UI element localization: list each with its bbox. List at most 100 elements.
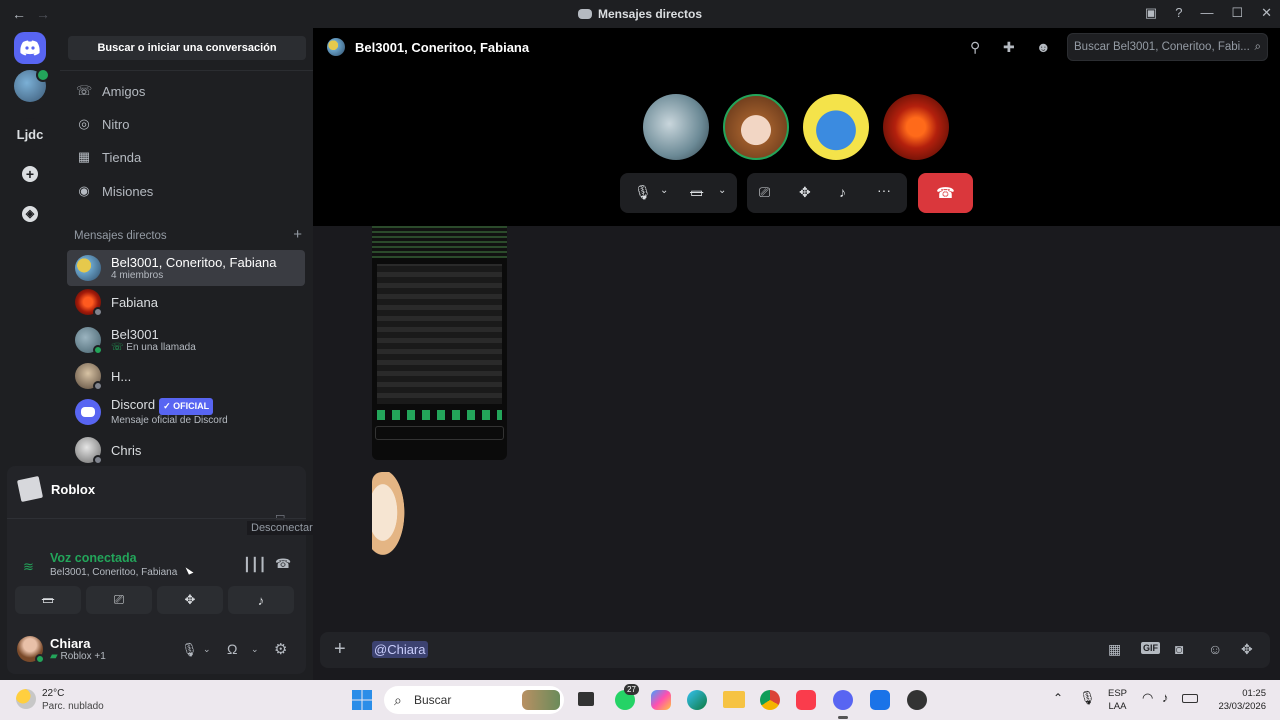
channel-header: Bel3001, Coneritoo, Fabiana ⚲ ✚ ☻ Buscar… (313, 28, 1280, 66)
music-app-icon[interactable] (796, 690, 816, 710)
voice-status: Voz conectada Bel3001, Coneritoo, Fabian… (50, 551, 178, 578)
participant-avatar[interactable] (643, 94, 709, 160)
dm-item-discord[interactable]: Discord ✓ OFICIAL Mensaje oficial de Disco… (67, 394, 305, 430)
search-input[interactable]: Buscar Bel3001, Coneritoo, Fabi... ⌕ (1067, 33, 1268, 61)
dm-header: Mensajes directos + (74, 226, 302, 243)
gif-icon[interactable]: GIF (1141, 642, 1160, 654)
share-screen-button[interactable]: ⎚ (86, 586, 152, 614)
soundboard-icon[interactable]: ♪ (839, 184, 846, 200)
members-icon[interactable]: ☻ (1036, 39, 1051, 55)
window-title: Mensajes directos (0, 7, 1280, 21)
weather-widget[interactable]: 22°C Parc. nublado (42, 687, 104, 713)
app-icon[interactable] (907, 690, 927, 710)
shop-icon: ▦ (77, 149, 91, 164)
folder-icon[interactable] (723, 691, 745, 708)
headphones-icon[interactable]: Ω (227, 641, 237, 657)
taskbar-search[interactable]: ⌕ Buscar (384, 686, 564, 714)
message-composer[interactable]: + @Chiara ▦ GIF ◙ ☺ ✥ (320, 632, 1270, 668)
discord-logo-icon (81, 407, 95, 417)
user-info[interactable]: Chiara ▰ Roblox +1 (50, 636, 106, 662)
discord-taskbar-icon[interactable] (833, 690, 853, 710)
mention-chip[interactable]: @Chiara (372, 641, 428, 658)
plus-icon[interactable]: + (334, 638, 346, 661)
more-icon[interactable]: ··· (877, 182, 891, 198)
sticker-image[interactable] (372, 472, 408, 562)
dm-item-bel3001[interactable]: Bel3001 ☏ En una llamada (67, 322, 305, 358)
inbox-icon[interactable]: ▣ (1145, 5, 1157, 21)
avatar (75, 437, 103, 465)
activities-button[interactable]: ✥ (157, 586, 223, 614)
sidebar-item-amigos[interactable]: ☏ Amigos (68, 76, 306, 106)
call-actions: ⎚ ✥ ♪ ··· (747, 173, 907, 213)
chat-lines (377, 264, 502, 404)
copilot-icon[interactable] (651, 690, 671, 710)
sidebar-item-misiones[interactable]: ◉ Misiones (68, 176, 306, 206)
screen-share-icon[interactable]: ⎚ (759, 184, 770, 201)
sticker-icon[interactable]: ◙ (1175, 641, 1183, 657)
group-avatar (327, 38, 345, 56)
mic-icon[interactable]: 🎙︎ (181, 642, 198, 658)
dm-item-chris[interactable]: Chris (67, 432, 305, 468)
windows-start-icon[interactable] (352, 690, 372, 710)
chevron-down-icon[interactable]: ⌄ (203, 644, 211, 655)
activities-icon[interactable]: ✥ (799, 184, 811, 201)
participant-avatar[interactable] (803, 94, 869, 160)
dm-item-h[interactable]: H... (67, 358, 305, 394)
emoji-icon[interactable]: ☺ (1208, 641, 1222, 657)
user-avatar[interactable] (17, 636, 45, 664)
mini-input (375, 426, 504, 440)
chrome-icon[interactable] (760, 690, 780, 710)
avatar (75, 363, 103, 391)
leave-call-button[interactable]: ☎ (918, 173, 973, 213)
volume-icon[interactable]: ♪ (1162, 690, 1169, 705)
participant-avatar[interactable] (883, 94, 949, 160)
chevron-down-icon[interactable]: ⌄ (660, 185, 668, 196)
group-dm-avatar[interactable] (14, 68, 50, 102)
signal-icon: ≋ (23, 559, 34, 574)
cursor-icon (185, 565, 194, 575)
chevron-up-icon[interactable]: ⌃ (1053, 691, 1063, 705)
mic-icon[interactable]: 🎙︎ (1079, 690, 1096, 706)
camera-button[interactable]: ▭ (15, 586, 81, 614)
server-ljdc[interactable]: Ljdc (14, 118, 46, 150)
discover-button[interactable]: ◈ (14, 198, 46, 230)
task-view-icon[interactable] (578, 692, 594, 706)
noise-suppression-icon[interactable]: ┃┃┃ (243, 557, 266, 573)
voice-controls: 🎙︎ ⌄ ▭ ⌄ (620, 173, 737, 213)
search-icon: ⌕ (1254, 41, 1261, 53)
apps-icon[interactable]: ✥ (1241, 641, 1253, 658)
clock[interactable]: 01:25 23/03/2026 (1210, 687, 1266, 713)
participant-avatar[interactable] (723, 94, 789, 160)
dm-item-group[interactable]: Bel3001, Coneritoo, Fabiana 4 miembros (67, 250, 305, 286)
add-server-button[interactable]: + (14, 158, 46, 190)
add-friends-icon[interactable]: ✚ (1003, 39, 1015, 56)
gift-icon[interactable]: ▦ (1108, 641, 1121, 658)
find-conversation-button[interactable]: Buscar o iniciar una conversación (68, 36, 306, 60)
dm-item-fabiana[interactable]: Fabiana (67, 284, 305, 320)
app-icon[interactable] (870, 690, 890, 710)
battery-icon[interactable] (1182, 694, 1198, 703)
disconnect-call-icon[interactable]: ☎ (275, 556, 291, 572)
chevron-down-icon[interactable]: ⌄ (251, 644, 259, 655)
wifi-icon[interactable]: ◠ (1142, 690, 1153, 706)
gear-icon[interactable]: ⚙ (274, 640, 287, 658)
edge-icon[interactable] (687, 690, 707, 710)
minimize-button[interactable]: — (1200, 5, 1213, 21)
chevron-down-icon[interactable]: ⌄ (718, 185, 726, 196)
sidebar-item-nitro[interactable]: ◎ Nitro (68, 109, 306, 139)
maximize-button[interactable]: ☐ (1231, 5, 1243, 21)
pin-icon[interactable]: ⚲ (970, 39, 980, 56)
help-icon[interactable]: ? (1175, 5, 1182, 21)
sidebar-item-tienda[interactable]: ▦ Tienda (68, 142, 306, 172)
soundboard-button[interactable]: ♪ (228, 586, 294, 614)
camera-off-icon[interactable]: ▭ (690, 184, 703, 201)
create-dm-icon[interactable]: + (293, 227, 302, 242)
home-button[interactable] (14, 32, 46, 64)
close-button[interactable]: ✕ (1261, 5, 1272, 21)
hang-up-icon: ☎ (936, 185, 955, 202)
call-area: 🎙︎ ⌄ ▭ ⌄ ⎚ ✥ ♪ ··· ☎ (313, 66, 1280, 226)
language-indicator[interactable]: ESP LAA (1108, 687, 1127, 713)
title-bar: ← → Mensajes directos ▣ ? — ☐ ✕ (0, 0, 1280, 28)
mic-icon[interactable]: 🎙︎ (634, 184, 652, 201)
image-attachment[interactable] (372, 226, 507, 460)
